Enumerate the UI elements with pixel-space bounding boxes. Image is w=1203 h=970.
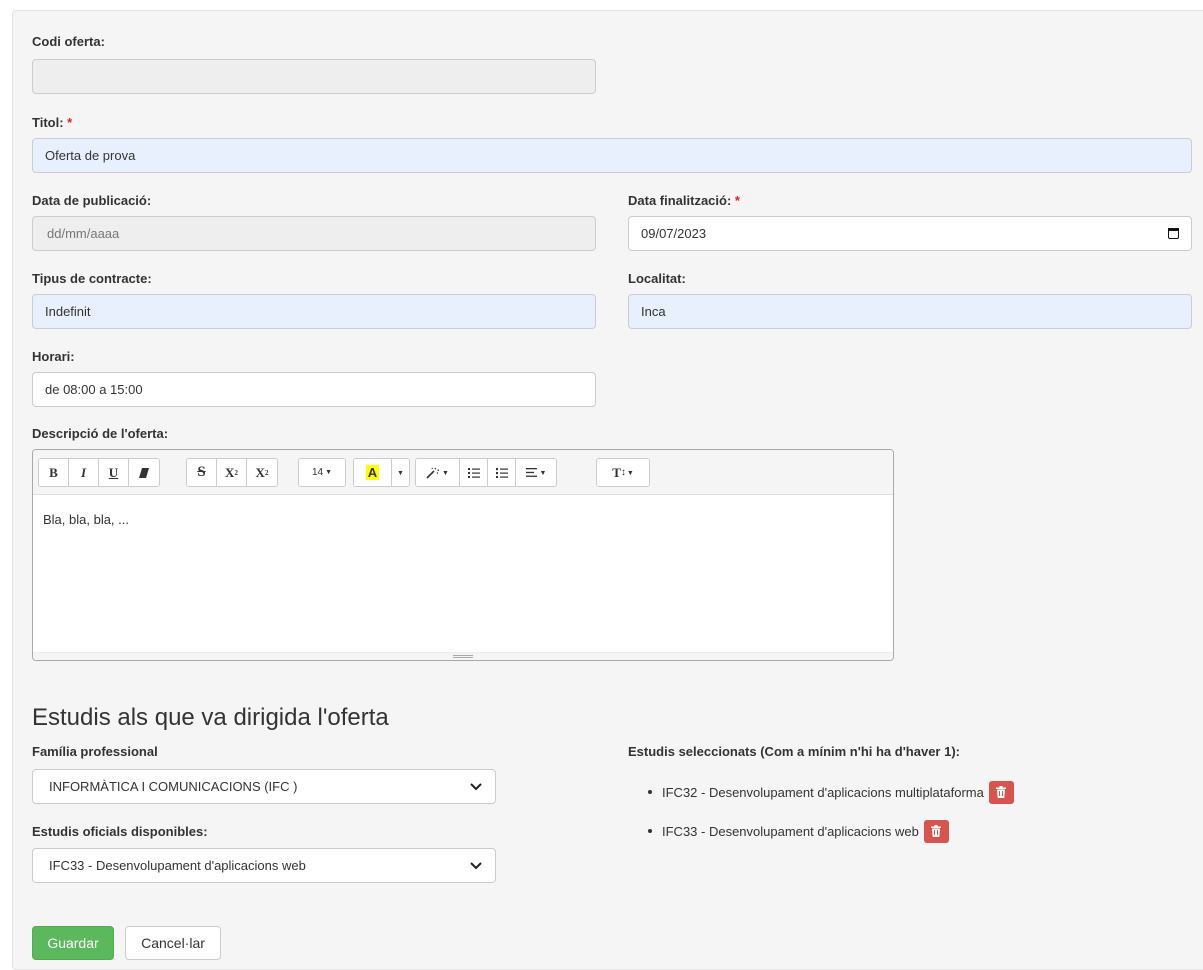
chevron-down-icon	[470, 783, 482, 791]
height-group: T ↕ ▼	[596, 458, 650, 487]
rich-text-editor: B I U S X2 X2 14 ▼ A ▼ ▼ ▼ T ↕ ▼ Bla, bl…	[32, 449, 894, 661]
descripcio-label: Descripció de l'oferta:	[32, 426, 169, 441]
bold-button[interactable]: B	[39, 459, 69, 486]
editor-content[interactable]: Bla, bla, bla, ...	[33, 496, 893, 652]
tipus-contracte-label: Tipus de contracte:	[32, 271, 152, 286]
trash-icon	[931, 825, 942, 837]
studies-heading: Estudis als que va dirigida l'oferta	[32, 704, 389, 731]
magic-style-button[interactable]: ▼	[416, 459, 460, 486]
subscript-button[interactable]: X2	[247, 459, 277, 486]
cancel-button[interactable]: Cancel·lar	[125, 926, 221, 960]
font-style-group: B I U	[38, 458, 160, 487]
data-finalitzacio-input[interactable]: 09/07/2023	[628, 216, 1192, 251]
ordered-list-icon	[495, 467, 508, 478]
localitat-label: Localitat:	[628, 271, 686, 286]
list-item: IFC32 - Desenvolupament d'aplicacions mu…	[648, 778, 1014, 806]
align-icon	[525, 468, 537, 477]
codi-oferta-input	[32, 59, 596, 94]
horari-label: Horari:	[32, 349, 75, 364]
familia-select[interactable]: INFORMÀTICA I COMUNICACIONS (IFC )	[32, 769, 496, 804]
familia-label: Família professional	[32, 744, 158, 759]
chevron-down-icon	[470, 862, 482, 870]
clear-format-button[interactable]	[129, 459, 159, 486]
save-button[interactable]: Guardar	[32, 926, 114, 960]
codi-oferta-label: Codi oferta:	[32, 34, 105, 49]
color-dropdown[interactable]: ▼	[392, 459, 409, 486]
strikethrough-button[interactable]: S	[187, 459, 217, 486]
paragraph-group: ▼ ▼	[415, 458, 557, 487]
selected-studies-label: Estudis seleccionats (Com a mínim n'hi h…	[628, 744, 960, 759]
editor-resize-handle[interactable]	[33, 652, 893, 660]
unordered-list-icon	[467, 467, 480, 478]
list-item: IFC33 - Desenvolupament d'aplicacions we…	[648, 817, 1014, 845]
delete-button[interactable]	[988, 780, 1014, 804]
required-marker: *	[734, 193, 740, 208]
titol-label: Titol: *	[32, 115, 73, 130]
line-height-dropdown[interactable]: T ↕ ▼	[597, 459, 649, 486]
localitat-input[interactable]: Inca	[628, 294, 1192, 329]
ordered-list-button[interactable]	[488, 459, 516, 486]
titol-input[interactable]: Oferta de prova	[32, 138, 1192, 173]
script-group: S X2 X2	[186, 458, 278, 487]
underline-button[interactable]: U	[99, 459, 129, 486]
eraser-icon	[139, 467, 149, 478]
editor-toolbar: B I U S X2 X2 14 ▼ A ▼ ▼ ▼ T ↕ ▼	[33, 450, 893, 495]
italic-button[interactable]: I	[69, 459, 99, 486]
color-group: A ▼	[353, 458, 410, 487]
highlight-button[interactable]: A	[354, 459, 392, 486]
selected-studies-list: IFC32 - Desenvolupament d'aplicacions mu…	[648, 778, 1014, 856]
estudis-oficials-label: Estudis oficials disponibles:	[32, 824, 208, 839]
data-publicacio-input: dd/mm/aaaa	[32, 216, 596, 251]
superscript-button[interactable]: X2	[217, 459, 247, 486]
delete-button[interactable]	[923, 819, 949, 843]
horari-input[interactable]: de 08:00 a 15:00	[32, 372, 596, 407]
estudis-oficials-select[interactable]: IFC33 - Desenvolupament d'aplicacions we…	[32, 848, 496, 883]
data-publicacio-label: Data de publicació:	[32, 193, 152, 208]
magic-wand-icon	[426, 467, 440, 479]
data-finalitzacio-label: Data finalització: *	[628, 193, 740, 208]
trash-icon	[996, 786, 1007, 798]
required-marker: *	[67, 115, 73, 130]
font-size-group: 14 ▼	[298, 458, 346, 487]
calendar-icon[interactable]	[1168, 228, 1179, 239]
tipus-contracte-input[interactable]: Indefinit	[32, 294, 596, 329]
align-dropdown[interactable]: ▼	[516, 459, 556, 486]
font-size-dropdown[interactable]: 14 ▼	[299, 459, 345, 486]
unordered-list-button[interactable]	[460, 459, 488, 486]
